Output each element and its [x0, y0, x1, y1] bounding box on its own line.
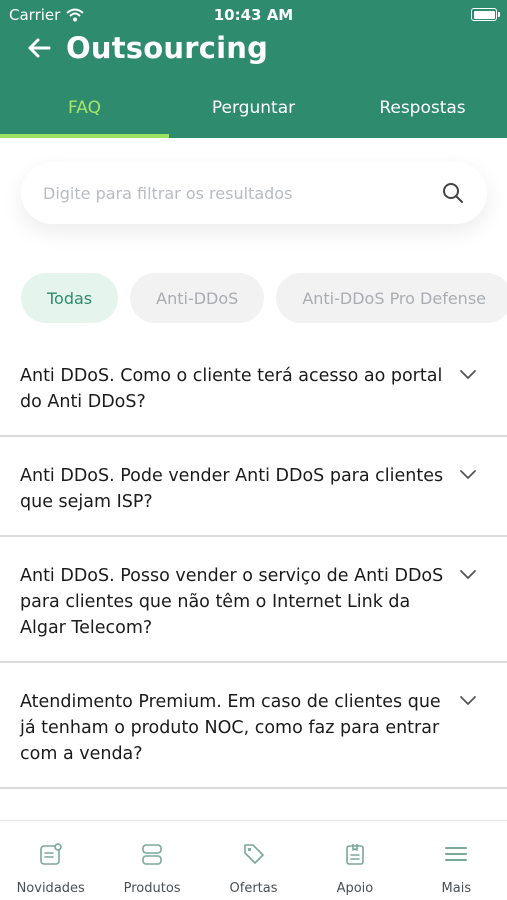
nav-ofertas[interactable]: Ofertas: [203, 821, 304, 900]
chevron-down-icon[interactable]: [457, 363, 479, 385]
faq-item[interactable]: Anti DDoS. Posso vender o serviço de Ant…: [0, 537, 507, 663]
faq-list: Anti DDoS. Como o cliente terá acesso ao…: [0, 337, 507, 789]
chip-anti-ddos-pro-defense[interactable]: Anti-DDoS Pro Defense: [276, 273, 507, 323]
app-header: Carrier 10:43 AM Outsourcing FAQ Pergunt…: [0, 0, 507, 138]
tab-perguntar[interactable]: Perguntar: [169, 88, 338, 138]
search-input[interactable]: Digite para filtrar os resultados: [43, 184, 441, 203]
chevron-down-icon[interactable]: [457, 563, 479, 585]
back-button[interactable]: [26, 35, 52, 61]
status-time: 10:43 AM: [213, 6, 294, 24]
category-filter-chips: Todas Anti-DDoS Anti-DDoS Pro Defense: [21, 273, 507, 323]
nav-produtos[interactable]: Produtos: [101, 821, 202, 900]
chip-anti-ddos[interactable]: Anti-DDoS: [130, 273, 265, 323]
tag-icon: [243, 844, 264, 864]
nav-label: Ofertas: [229, 881, 278, 896]
arrow-left-icon: [28, 38, 51, 58]
faq-question: Anti DDoS. Posso vender o serviço de Ant…: [20, 566, 444, 638]
nav-label: Mais: [441, 881, 472, 896]
nav-mais[interactable]: Mais: [406, 821, 507, 900]
tab-respostas[interactable]: Respostas: [338, 88, 507, 138]
nav-apoio[interactable]: Apoio: [304, 821, 405, 900]
search-field[interactable]: Digite para filtrar os resultados: [21, 162, 487, 224]
tab-faq[interactable]: FAQ: [0, 88, 169, 138]
chip-todas[interactable]: Todas: [21, 273, 119, 323]
chevron-down-icon[interactable]: [457, 689, 479, 711]
faq-item[interactable]: Anti DDoS. Como o cliente terá acesso ao…: [0, 337, 507, 437]
faq-item[interactable]: Atendimento Premium. Em caso de clientes…: [0, 663, 507, 789]
products-icon: [142, 844, 162, 865]
faq-question: Anti DDoS. Como o cliente terá acesso ao…: [20, 366, 443, 412]
menu-icon: [445, 847, 468, 861]
faq-question: Atendimento Premium. Em caso de clientes…: [20, 692, 441, 764]
battery-icon: [471, 8, 500, 21]
nav-novidades[interactable]: Novidades: [0, 821, 101, 900]
news-icon: [39, 843, 62, 865]
bottom-navigation: Novidades Produtos Ofertas Apoio Mais: [0, 820, 507, 900]
faq-question: Anti DDoS. Pode vender Anti DDoS para cl…: [20, 466, 444, 512]
faq-item[interactable]: Anti DDoS. Pode vender Anti DDoS para cl…: [0, 437, 507, 537]
nav-label: Novidades: [16, 881, 85, 896]
nav-label: Apoio: [336, 881, 374, 896]
nav-label: Produtos: [123, 881, 181, 896]
page-title: Outsourcing: [66, 31, 269, 65]
title-row: Outsourcing: [26, 28, 268, 68]
support-icon: [346, 844, 364, 865]
status-bar: Carrier 10:43 AM: [0, 0, 507, 30]
tab-bar: FAQ Perguntar Respostas: [0, 88, 507, 138]
chevron-down-icon[interactable]: [457, 463, 479, 485]
search-icon[interactable]: [441, 181, 465, 205]
